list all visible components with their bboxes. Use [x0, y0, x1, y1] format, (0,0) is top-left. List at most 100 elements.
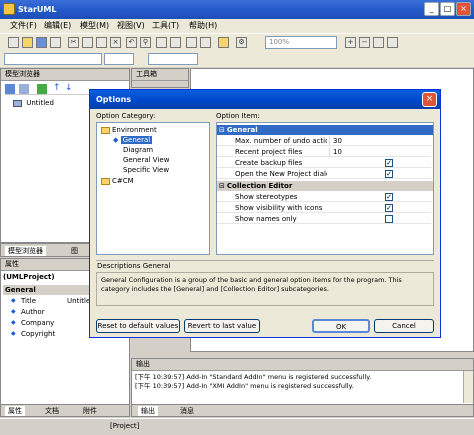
tree-item-csharp-cm[interactable]: C#CM: [101, 177, 134, 186]
options-dialog: Options × Option Category: Option Item: …: [89, 89, 441, 338]
tab-messages[interactable]: 消息: [180, 406, 194, 416]
property-name: Author: [21, 308, 45, 316]
zoom-select[interactable]: 100%: [265, 36, 337, 49]
cut-icon[interactable]: ✂: [68, 37, 79, 48]
cancel-button[interactable]: Cancel: [374, 319, 434, 333]
tree-label: C#CM: [112, 177, 134, 185]
toolbox-panel: 工具箱: [131, 68, 189, 88]
arrow-down-icon[interactable]: ↓: [65, 83, 73, 93]
tab-attachments[interactable]: 附件: [83, 406, 97, 416]
option-row[interactable]: Max. number of undo actions 30: [217, 136, 431, 146]
style-combo[interactable]: [148, 53, 198, 65]
find-icon[interactable]: ⚲: [140, 37, 151, 48]
zoom-reset-icon[interactable]: [387, 37, 398, 48]
sort-icon[interactable]: [5, 84, 15, 94]
tab-output[interactable]: 输出: [138, 406, 158, 416]
option-checkbox[interactable]: ✓: [385, 159, 393, 167]
option-value[interactable]: 10: [329, 147, 429, 157]
maximize-button[interactable]: □: [440, 2, 455, 16]
output-scrollbar[interactable]: [463, 371, 473, 403]
delete-icon[interactable]: ×: [110, 37, 121, 48]
output-header: 输出: [132, 359, 473, 371]
paste-icon[interactable]: [96, 37, 107, 48]
font-combo[interactable]: [104, 53, 134, 65]
tab-documentation[interactable]: 文档: [45, 406, 59, 416]
undo-icon[interactable]: ↶: [126, 37, 137, 48]
category-label: Option Category:: [96, 112, 156, 120]
tree-item-general[interactable]: ◆ General: [113, 136, 153, 145]
option-name: Max. number of undo actions: [235, 137, 327, 145]
diamond-icon: ◆: [113, 136, 119, 144]
option-value[interactable]: 30: [329, 136, 429, 146]
status-text: [Project]: [110, 422, 140, 430]
zoom-out-icon[interactable]: −: [359, 37, 370, 48]
property-bullet-icon: ◆: [11, 330, 16, 337]
option-group-general[interactable]: ⊟ General: [217, 125, 433, 135]
app-icon: [3, 3, 15, 15]
print-icon[interactable]: [50, 37, 61, 48]
option-checkbox[interactable]: ✓: [385, 193, 393, 201]
menu-edit[interactable]: 编辑(E): [44, 20, 71, 32]
description-text: General Configuration is a group of the …: [96, 272, 434, 306]
item-label: Option Item:: [216, 112, 260, 120]
sort-alpha-icon[interactable]: [19, 84, 29, 94]
description-title: Descriptions General: [97, 262, 171, 270]
ok-button[interactable]: OK: [312, 319, 370, 333]
property-bullet-icon: ◆: [11, 297, 16, 304]
menu-help[interactable]: 帮助(H): [189, 20, 217, 32]
menu-tools[interactable]: 工具(T): [152, 20, 179, 32]
new-file-icon[interactable]: [8, 37, 19, 48]
tab-model-explorer[interactable]: 模型浏览器: [5, 246, 46, 256]
model-explorer-header: 模型浏览器: [1, 69, 129, 81]
tree-item-environment[interactable]: Environment: [101, 126, 157, 135]
filter-icon[interactable]: [37, 84, 47, 94]
minimize-button[interactable]: _: [424, 2, 439, 16]
format-icon[interactable]: [170, 37, 181, 48]
option-checkbox[interactable]: ✓: [385, 170, 393, 178]
copy-icon[interactable]: [82, 37, 93, 48]
option-item-grid: ⊟General Max. number of undo actions 30 …: [216, 122, 434, 255]
model-root-item[interactable]: Untitled: [13, 99, 54, 108]
layout-icon[interactable]: [186, 37, 197, 48]
open-folder-icon[interactable]: [22, 37, 33, 48]
tree-item-diagram[interactable]: Diagram: [123, 146, 153, 155]
revert-button[interactable]: Revert to last value: [184, 319, 260, 333]
tree-item-specific-view[interactable]: Specific View: [123, 166, 169, 175]
option-row[interactable]: Open the New Project dialog bo ✓: [217, 169, 431, 179]
zoom-fit-icon[interactable]: [373, 37, 384, 48]
tab-diagram-explorer[interactable]: 图: [71, 246, 78, 256]
menu-view[interactable]: 视图(V): [117, 20, 145, 32]
option-checkbox[interactable]: ✓: [385, 204, 393, 212]
property-name: Copyright: [21, 330, 56, 338]
collapse-icon[interactable]: ⊟: [219, 126, 225, 134]
menu-bar: 文件(F) 编辑(E) 模型(M) 视图(V) 工具(T) 帮助(H): [0, 19, 474, 33]
tab-properties[interactable]: 属性: [5, 406, 25, 416]
option-row[interactable]: Show stereotypes ✓: [217, 192, 431, 202]
option-checkbox[interactable]: [385, 215, 393, 223]
zoom-in-icon[interactable]: +: [345, 37, 356, 48]
option-row[interactable]: Recent project files 10: [217, 147, 431, 157]
settings-icon[interactable]: ⚙: [236, 37, 247, 48]
tool-icon[interactable]: [218, 37, 229, 48]
option-row[interactable]: Show names only: [217, 214, 431, 224]
collapse-icon[interactable]: ⊟: [219, 182, 225, 190]
close-button[interactable]: ×: [456, 2, 471, 16]
tree-item-general-view[interactable]: General View: [123, 156, 169, 165]
dialog-close-icon[interactable]: ×: [422, 92, 437, 107]
menu-file[interactable]: 文件(F): [10, 20, 37, 32]
save-icon[interactable]: [36, 37, 47, 48]
dialog-title: Options: [96, 95, 132, 104]
divider: [96, 260, 434, 261]
arrow-up-icon[interactable]: ↑: [53, 83, 61, 93]
element-combo[interactable]: [4, 53, 102, 65]
model-root-label: Untitled: [26, 99, 54, 107]
option-group-collection-editor[interactable]: ⊟ Collection Editor: [217, 181, 433, 191]
menu-model[interactable]: 模型(M): [80, 20, 109, 32]
reset-defaults-button[interactable]: Reset to default values: [96, 319, 180, 333]
color-icon[interactable]: [200, 37, 211, 48]
properties-tabs: 属性 文档 附件: [0, 404, 130, 417]
option-row[interactable]: Show visibility with icons ✓: [217, 203, 431, 213]
project-icon: [13, 99, 22, 107]
option-row[interactable]: Create backup files ✓: [217, 158, 431, 168]
align-icon[interactable]: [156, 37, 167, 48]
